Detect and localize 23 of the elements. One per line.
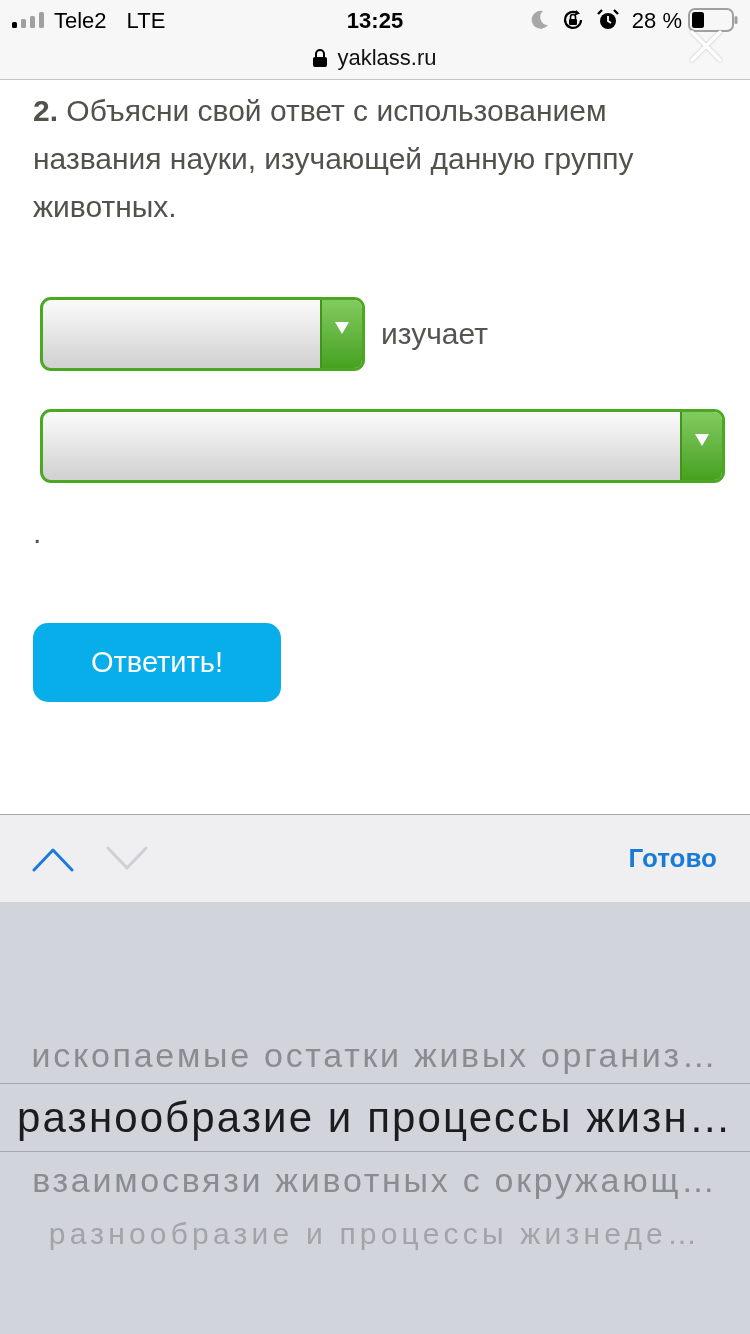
alarm-clock-icon: [596, 9, 619, 31]
signal-icon: [12, 12, 46, 28]
dropdown-field[interactable]: [40, 297, 365, 371]
status-time: 13:25: [346, 6, 404, 35]
battery-percent: 28 %: [631, 6, 682, 35]
picker-option[interactable]: ископаемые остатки живых организ…: [0, 1027, 750, 1083]
carrier-name: Tele2: [54, 6, 107, 35]
battery-icon: [688, 8, 738, 32]
page-url[interactable]: yaklass.ru: [337, 41, 437, 74]
submit-button[interactable]: Ответить!: [33, 623, 281, 702]
moon-icon: [530, 10, 549, 30]
dropdown-field[interactable]: [40, 409, 725, 483]
close-icon[interactable]: [690, 30, 722, 62]
caret-down-icon: [695, 434, 709, 446]
chevron-down-icon: [106, 845, 148, 872]
done-button[interactable]: Готово: [628, 839, 717, 878]
picker-option[interactable]: взаимосвязи животных с окружающ…: [0, 1152, 750, 1208]
lock-icon: [313, 48, 328, 67]
network-type: LTE: [126, 6, 166, 35]
question-text: 2. Объясни свой ответ с использованием названия науки, изучающей данную группу животных.: [33, 93, 635, 225]
picker-option[interactable]: разнообразие и процессы жизн…: [0, 1083, 750, 1152]
caret-down-icon: [335, 322, 349, 334]
sentence-text: .: [33, 521, 42, 545]
